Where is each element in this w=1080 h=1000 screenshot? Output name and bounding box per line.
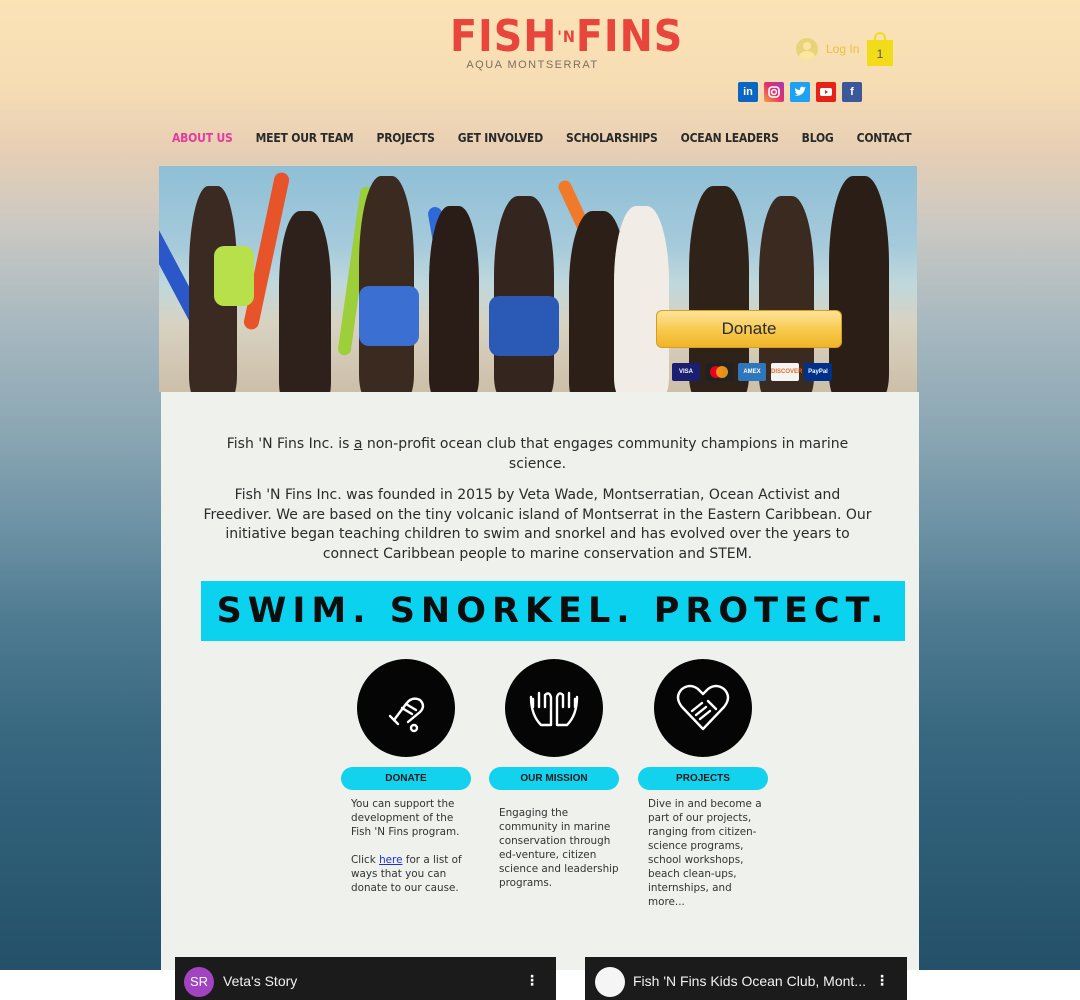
intro-text: Fish 'N Fins Inc. is a non-profit ocean … <box>200 435 875 564</box>
social-bar: in f <box>738 82 862 102</box>
nav-blog[interactable]: BLOG <box>802 131 834 145</box>
nav-contact[interactable]: CONTACT <box>857 131 912 145</box>
video-title: Fish 'N Fins Kids Ocean Club, Mont... <box>633 973 866 989</box>
main-nav: ABOUT US MEET OUR TEAM PROJECTS GET INVO… <box>172 131 934 145</box>
intro-paragraph-1: Fish 'N Fins Inc. is a non-profit ocean … <box>226 436 849 472</box>
video-vetas-story[interactable]: SR Veta's Story ⋮ <box>175 957 556 1000</box>
hero-photo <box>159 166 917 392</box>
logo-word-fins: FINS <box>575 11 684 62</box>
linkedin-icon[interactable]: in <box>738 82 758 102</box>
open-hands-icon[interactable] <box>505 659 603 757</box>
donate-pill-button[interactable]: DONATE <box>341 767 471 790</box>
mastercard-icon <box>705 363 733 381</box>
intro-paragraph-2: Fish 'N Fins Inc. was founded in 2015 by… <box>203 487 872 562</box>
cart-count: 1 <box>867 40 893 66</box>
nav-get-involved[interactable]: GET INVOLVED <box>458 131 543 145</box>
projects-pill-button[interactable]: PROJECTS <box>638 767 768 790</box>
paypal-icon: PayPal <box>804 363 832 381</box>
youtube-icon[interactable] <box>816 82 836 102</box>
donate-hand-icon[interactable] <box>357 659 455 757</box>
payment-cards: VISA AMEX DISCOVER PayPal <box>672 363 832 381</box>
kebab-menu-icon[interactable]: ⋮ <box>875 973 889 989</box>
facebook-icon[interactable]: f <box>842 82 862 102</box>
discover-card-icon: DISCOVER <box>771 363 802 381</box>
donate-button[interactable]: Donate <box>656 310 842 348</box>
nav-meet-our-team[interactable]: MEET OUR TEAM <box>256 131 354 145</box>
donate-description: You can support the development of the F… <box>351 798 462 894</box>
site-logo[interactable]: FISH'NFINS AQUA MONTSERRAT <box>450 11 682 82</box>
donate-here-link[interactable]: here <box>379 854 402 866</box>
heart-handshake-icon[interactable] <box>654 659 752 757</box>
mission-description: Engaging the community in marine conserv… <box>499 807 619 889</box>
nav-scholarships[interactable]: SCHOLARSHIPS <box>566 131 658 145</box>
twitter-icon[interactable] <box>790 82 810 102</box>
nav-about-us[interactable]: ABOUT US <box>172 131 233 145</box>
projects-description: Dive in and become a part of our project… <box>648 798 762 908</box>
login-button[interactable]: Log In <box>796 38 859 60</box>
kebab-menu-icon[interactable]: ⋮ <box>525 973 539 989</box>
amex-card-icon: AMEX <box>738 363 766 381</box>
swim-snorkel-protect-banner: SWIM. SNORKEL. PROTECT. <box>201 581 905 641</box>
user-avatar-icon <box>796 38 818 60</box>
projects-column: PROJECTS <box>638 659 768 790</box>
nav-projects[interactable]: PROJECTS <box>376 131 434 145</box>
logo-word-fish: FISH <box>450 11 558 62</box>
video-title: Veta's Story <box>223 973 298 989</box>
channel-logo-icon <box>595 967 625 997</box>
logo-wordmark: FISH'NFINS <box>450 11 682 62</box>
our-mission-pill-button[interactable]: OUR MISSION <box>489 767 619 790</box>
mission-column: OUR MISSION <box>489 659 619 790</box>
nav-ocean-leaders[interactable]: OCEAN LEADERS <box>681 131 779 145</box>
video-kids-ocean-club[interactable]: Fish 'N Fins Kids Ocean Club, Mont... ⋮ <box>585 957 907 1000</box>
visa-card-icon: VISA <box>672 363 700 381</box>
donate-column: DONATE <box>341 659 471 790</box>
instagram-icon[interactable] <box>764 82 784 102</box>
logo-word-n: 'N <box>557 27 576 46</box>
channel-avatar: SR <box>184 967 214 997</box>
login-label: Log In <box>826 42 860 56</box>
logo-subtitle: AQUA MONTSERRAT <box>466 59 599 71</box>
cart-button[interactable]: 1 <box>867 32 893 66</box>
